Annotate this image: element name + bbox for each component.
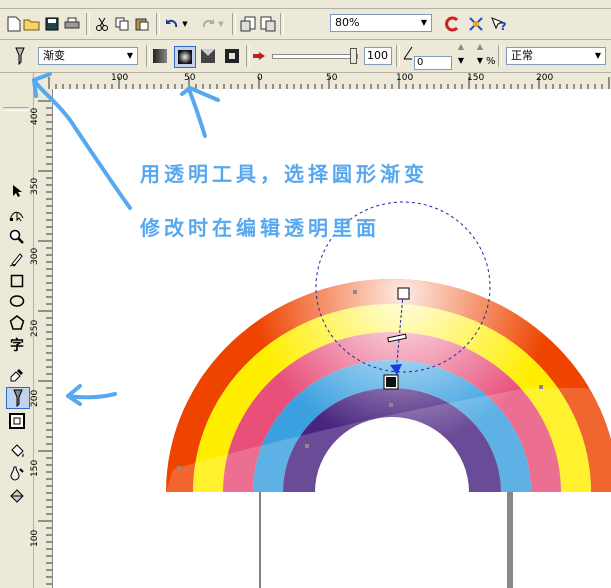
transparency-value-field[interactable]: 100 <box>364 47 392 65</box>
h-ruler-label: 100 <box>396 73 414 83</box>
v-ruler-label: 250 <box>30 319 40 337</box>
menu-bar <box>0 0 611 9</box>
cut-icon[interactable] <box>92 14 112 34</box>
open-icon[interactable] <box>22 14 42 34</box>
undo-dropdown-icon[interactable]: ▼ <box>180 14 190 34</box>
outline-tool-icon[interactable] <box>6 411 28 431</box>
node-handle <box>389 403 393 407</box>
edge-pad-up-icon[interactable]: ▲ <box>452 42 470 54</box>
freehand-tool-icon[interactable] <box>6 249 28 269</box>
chevron-down-icon: ▼ <box>420 18 428 27</box>
eyedropper-tool-icon[interactable] <box>6 365 28 385</box>
conical-fountain-icon[interactable] <box>198 46 218 66</box>
h-ruler-label: 50 <box>184 73 196 83</box>
chevron-down-icon: ▼ <box>594 51 602 60</box>
v-ruler-label: 200 <box>30 389 40 407</box>
rectangle-tool-icon[interactable] <box>6 271 28 291</box>
redo-icon <box>198 14 218 34</box>
standard-toolbar: ▼ ▼ 80% ▼ ? <box>0 9 611 40</box>
text-tool-icon[interactable]: 字 <box>6 335 28 355</box>
new-icon[interactable] <box>4 14 24 34</box>
linear-fountain-icon[interactable] <box>150 46 170 66</box>
square-fountain-icon[interactable] <box>222 46 242 66</box>
interactive-fill-tool-icon[interactable] <box>6 463 28 483</box>
toolbar-separator <box>232 13 236 35</box>
h-ruler-label: 100 <box>111 73 129 83</box>
v-ruler-label: 150 <box>30 459 40 477</box>
transparency-midpoint-icon <box>250 46 270 66</box>
zoom-level-value: 80% <box>335 16 360 29</box>
vertical-ruler: 400 350 300 250 200 150 100 <box>30 89 53 588</box>
h-ruler-label: 0 <box>257 73 263 83</box>
merge-mode-select[interactable]: 正常 ▼ <box>506 47 606 65</box>
copy-icon[interactable] <box>112 14 132 34</box>
undo-icon[interactable] <box>162 14 182 34</box>
polygon-tool-icon[interactable] <box>6 313 28 333</box>
horizontal-ruler: 100 50 0 50 100 150 200 <box>34 73 611 90</box>
property-bar: 渐变 ▼ 100 0 ▲ ▼ ▲ ▼ % 正常 ▼ <box>0 40 611 73</box>
node-handle <box>177 466 181 470</box>
toolbar-separator <box>498 45 502 67</box>
h-ruler-label: 150 <box>467 73 485 83</box>
ellipse-tool-icon[interactable] <box>6 291 28 311</box>
merge-mode-value: 正常 <box>511 49 533 62</box>
angle-field[interactable]: 0 <box>414 56 452 70</box>
transparency-type-value: 渐变 <box>43 49 65 62</box>
toolbar-separator <box>280 13 284 35</box>
shape-tool-icon[interactable] <box>6 205 28 225</box>
fill-tool-icon[interactable] <box>6 441 28 461</box>
svg-text:?: ? <box>500 20 506 32</box>
node-handle <box>305 444 309 448</box>
zoom-tool-icon[interactable] <box>6 227 28 247</box>
v-ruler-label: 400 <box>30 107 40 125</box>
page-shadow <box>507 492 513 588</box>
interactive-transparency-tool-icon[interactable] <box>10 46 30 66</box>
edge-pad-down-icon[interactable]: ▼ <box>452 56 470 68</box>
toolbar-separator <box>86 13 90 35</box>
percent-label: % <box>486 56 496 67</box>
chevron-down-icon: ▼ <box>126 51 134 60</box>
redo-dropdown-icon: ▼ <box>218 20 224 28</box>
export-icon[interactable] <box>258 14 278 34</box>
transparency-value: 100 <box>367 49 388 62</box>
corel-icon[interactable] <box>442 14 462 34</box>
node-handle <box>539 385 543 389</box>
h-ruler-label: 50 <box>326 73 338 83</box>
import-icon[interactable] <box>238 14 258 34</box>
transparency-overlay <box>166 279 611 492</box>
v-ruler-label: 300 <box>30 247 40 265</box>
v-ruler-label: 100 <box>30 529 40 547</box>
paste-icon[interactable] <box>132 14 152 34</box>
spin-up-icon[interactable]: ▲ <box>472 42 488 54</box>
annotation-text-line2: 修改时在编辑透明里面 <box>140 216 380 240</box>
toolbox-grip <box>3 107 29 111</box>
print-icon[interactable] <box>62 14 82 34</box>
node-handle <box>353 290 357 294</box>
smart-fill-tool-icon[interactable] <box>6 485 28 505</box>
zoom-level-select[interactable]: 80% ▼ <box>330 14 432 32</box>
transparency-slider-thumb[interactable] <box>350 48 357 64</box>
v-ruler-label: 350 <box>30 177 40 195</box>
help-icon[interactable]: ? <box>488 14 508 34</box>
transparency-slider-track[interactable] <box>272 54 358 59</box>
transparency-start-node <box>397 287 410 300</box>
transparency-type-select[interactable]: 渐变 ▼ <box>38 47 138 65</box>
transparency-end-node <box>386 377 396 387</box>
application-launcher-icon[interactable] <box>466 14 486 34</box>
save-icon[interactable] <box>42 14 62 34</box>
h-ruler-label: 200 <box>536 73 554 83</box>
pick-tool-icon[interactable] <box>6 181 28 201</box>
interactive-transparency-tool-icon[interactable] <box>6 387 30 409</box>
radial-fountain-icon[interactable] <box>174 46 196 68</box>
annotation-text-line1: 用透明工具，选择圆形渐变 <box>140 162 428 186</box>
angle-value: 0 <box>417 57 424 68</box>
toolbox: 字 <box>0 73 34 588</box>
toolbar-separator <box>156 13 160 35</box>
